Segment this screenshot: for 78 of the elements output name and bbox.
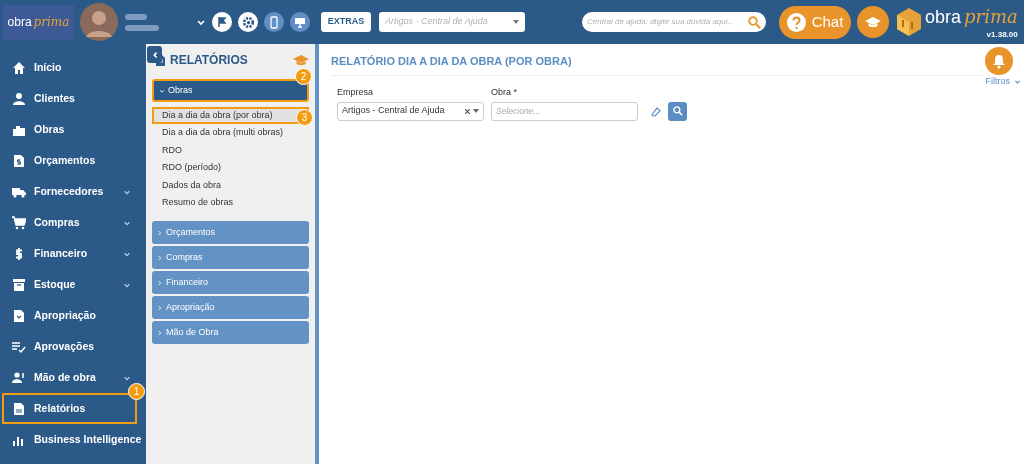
monitor-button[interactable] [290, 12, 310, 32]
chevron-down-icon [159, 87, 165, 94]
report-link[interactable]: RDO (período) [152, 159, 309, 177]
gear-icon [241, 15, 255, 29]
step-badge: 2 [295, 68, 312, 85]
report-link[interactable]: RDO [152, 141, 309, 160]
sidebar-item[interactable]: Financeiro [2, 238, 137, 269]
select-value: Artigos - Central de Ajuda [342, 104, 445, 118]
cube-logo-icon [897, 8, 921, 36]
collapse-sidebar-button[interactable] [147, 46, 162, 63]
flag-icon [216, 16, 228, 28]
filters-toggle[interactable]: Filtros [985, 75, 1021, 89]
caret-icon [473, 109, 479, 113]
sidebar-item[interactable]: Estoque [2, 269, 137, 300]
brand-text: obra [925, 6, 962, 29]
search-button[interactable] [668, 101, 687, 121]
search-icon [748, 15, 761, 29]
sidebar-item[interactable]: Fornecedores [2, 176, 137, 207]
project-field[interactable]: Selecione... [491, 101, 638, 121]
sidebar-item[interactable]: Compras [2, 207, 137, 238]
sidebar-item[interactable]: Obras [2, 114, 137, 145]
sidebar-item[interactable]: Início [2, 52, 137, 83]
sidebar-item[interactable]: Clientes [2, 83, 137, 114]
menu-item-icon [12, 401, 26, 416]
search-icon [672, 106, 683, 116]
chevron-right-icon [157, 304, 163, 311]
document-icon [156, 54, 165, 66]
menu-item-icon [12, 60, 26, 75]
gear-button[interactable] [238, 12, 258, 32]
blurred-user-name [125, 13, 159, 31]
report-group-header[interactable]: Obras [152, 79, 309, 102]
extras-button[interactable]: EXTRAS [321, 12, 371, 32]
logo-text: prima [33, 14, 70, 31]
help-search-field[interactable]: Central de ajuda: digite sua dúvida aqui... [582, 12, 766, 32]
submenu-title: RELATÓRIOS [170, 51, 249, 69]
graduation-cap-icon [865, 16, 881, 28]
chevron-down-icon [196, 17, 206, 27]
help-icon [786, 12, 806, 32]
page-title: RELATÓRIO DIA A DIA DA OBRA (POR OBRA) [331, 54, 572, 69]
graduation-cap-icon [293, 54, 309, 66]
chevron-down-icon [1014, 78, 1021, 86]
chevron-right-icon [157, 254, 163, 261]
help-search-input[interactable]: Central de ajuda: digite sua dúvida aqui... [587, 16, 748, 28]
sidebar-item[interactable]: Aprovações [2, 331, 137, 362]
report-link[interactable]: Resumo de obras [152, 193, 309, 212]
menu-item-icon [12, 215, 26, 230]
eraser-button[interactable] [651, 106, 661, 117]
avatar-icon [80, 3, 118, 41]
clear-icon [465, 108, 470, 114]
version-text: v1.38.00 [986, 29, 1018, 41]
phone-icon [269, 15, 279, 29]
brand-text: prima [964, 5, 1018, 29]
step-badge: 1 [128, 383, 145, 400]
chevron-right-icon [157, 229, 163, 236]
sidebar-item[interactable]: Orçamentos [2, 145, 137, 176]
menu-item-icon [12, 277, 26, 292]
menu-item-icon [12, 370, 26, 385]
chevron-right-icon [157, 329, 163, 336]
report-link[interactable]: Dia a dia da obra (multi obras) [152, 124, 309, 142]
menu-item-icon [12, 339, 26, 354]
bell-icon [992, 53, 1006, 69]
company-select[interactable]: Artigos - Central de Ajuda [337, 101, 484, 121]
menu-item-icon [12, 153, 26, 168]
logo-text: obra [7, 14, 32, 31]
graduation-cap-button[interactable] [857, 6, 889, 38]
menu-item-icon [12, 91, 26, 106]
field-label: Empresa [337, 86, 374, 99]
report-link[interactable]: Dados da obra [152, 176, 309, 194]
chevron-right-icon [157, 279, 163, 286]
caret-icon [513, 20, 519, 24]
menu-item-icon [12, 308, 26, 323]
select-value: Artigos - Central de Ajuda [385, 15, 488, 29]
flag-button[interactable] [212, 12, 232, 32]
eraser-icon [651, 106, 661, 117]
sidebar-item[interactable]: Apropriação [2, 300, 137, 331]
phone-button[interactable] [264, 12, 284, 32]
field-label: Obra * [491, 86, 518, 99]
monitor-icon [294, 16, 306, 28]
